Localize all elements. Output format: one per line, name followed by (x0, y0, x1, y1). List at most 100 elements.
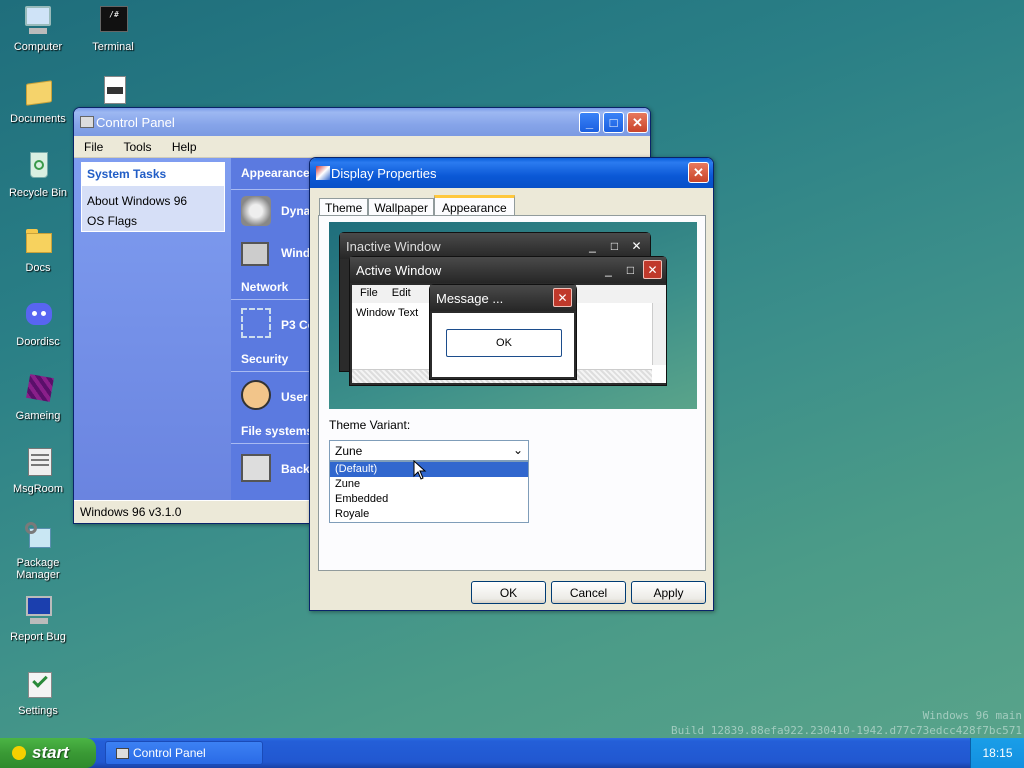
variant-option-royale[interactable]: Royale (330, 507, 528, 522)
file-icon (96, 75, 130, 109)
windows-icon (241, 242, 269, 266)
package-manager-icon (21, 520, 55, 554)
theme-preview: Inactive Window _ □ ✕ Active Window _ □ … (329, 222, 697, 409)
preview-maximize-icon: □ (626, 262, 635, 277)
preview-minimize-icon: _ (589, 238, 596, 253)
backup-icon (241, 454, 271, 482)
system-tasks-box: System Tasks About Windows 96 OS Flags (81, 162, 225, 232)
tab-wallpaper[interactable]: Wallpaper (368, 198, 434, 216)
menu-file[interactable]: File (84, 140, 103, 154)
close-button[interactable]: ✕ (688, 162, 709, 183)
preview-active-title: Active Window (350, 257, 666, 283)
network-icon (241, 308, 271, 338)
discord-icon (21, 299, 55, 333)
section-file-systems: File systems (241, 424, 314, 438)
control-panel-titlebar[interactable]: Control Panel _ □ ✕ (74, 108, 650, 136)
desktop-icon-label: Doordisc (16, 336, 60, 348)
desktop-icon-settings[interactable]: Settings (2, 668, 74, 717)
start-label: start (32, 743, 69, 762)
taskbar: start Control Panel 18:15 (0, 738, 1024, 768)
display-properties-title: Display Properties (331, 165, 437, 181)
theme-variant-value: Zune (335, 444, 363, 458)
desktop-icon-label: Package Manager (16, 557, 60, 581)
theme-variant-dropdown: (Default) Zune Embedded Royale (329, 461, 529, 523)
section-network: Network (241, 280, 289, 294)
desktop-icon-docs[interactable]: Docs (2, 225, 74, 274)
cube-game-icon (21, 373, 55, 407)
section-security: Security (241, 352, 289, 366)
desktop-icon-msgroom[interactable]: MsgRoom (2, 446, 74, 495)
maximize-button[interactable]: □ (603, 112, 624, 133)
tab-strip: Theme Wallpaper Appearance (319, 195, 515, 216)
preview-minimize-icon: _ (605, 262, 612, 277)
close-button[interactable]: ✕ (627, 112, 648, 133)
variant-option-zune[interactable]: Zune (330, 477, 528, 492)
chevron-down-icon[interactable]: ⌄ (513, 443, 523, 457)
desktop-icon-label: Docs (25, 262, 51, 274)
menu-tools[interactable]: Tools (123, 140, 151, 154)
control-panel-menubar: File Tools Help (74, 136, 650, 158)
display-properties-titlebar[interactable]: Display Properties ✕ (310, 158, 713, 188)
menu-help[interactable]: Help (172, 140, 197, 154)
desktop-icon-computer[interactable]: Computer (2, 4, 74, 53)
preview-close-icon: ✕ (643, 260, 662, 279)
minimize-button[interactable]: _ (579, 112, 600, 133)
recycle-bin-icon (21, 150, 55, 184)
task-about-windows[interactable]: About Windows 96 (87, 191, 219, 211)
variant-option-default[interactable]: (Default) (330, 462, 528, 477)
desktop-icon-label: Report Bug (10, 631, 66, 643)
desktop-icon-label: Settings (18, 705, 58, 717)
section-appearance: Appearance (241, 166, 310, 180)
tab-theme[interactable]: Theme (319, 198, 369, 216)
desktop-icon-label: Computer (13, 41, 63, 53)
dynamic-icon (241, 196, 271, 226)
report-bug-icon (21, 594, 55, 628)
documents-folder-icon (21, 76, 55, 110)
ok-button[interactable]: OK (471, 581, 546, 604)
system-tasks-title: System Tasks (82, 163, 224, 186)
preview-close-icon: ✕ (631, 238, 642, 253)
desktop-icon-label: Gameing (15, 410, 61, 422)
taskbar-item-label: Control Panel (133, 746, 206, 760)
taskbar-item-control-panel[interactable]: Control Panel (105, 741, 263, 765)
tab-appearance[interactable]: Appearance (433, 195, 515, 216)
desktop-icon-documents[interactable]: Documents (2, 76, 74, 125)
theme-variant-label: Theme Variant: (329, 418, 411, 432)
cancel-button[interactable]: Cancel (551, 581, 626, 604)
system-tray-clock[interactable]: 18:15 (970, 738, 1024, 768)
settings-checklist-icon (21, 668, 55, 702)
user-icon (241, 380, 271, 410)
desktop-icon-label: MsgRoom (12, 483, 64, 495)
desktop-icon-package-manager[interactable]: Package Manager (2, 520, 74, 581)
desktop-icon-label: Recycle Bin (8, 187, 68, 199)
control-panel-title: Control Panel (96, 114, 175, 130)
desktop-icon-terminal[interactable]: /# Terminal (77, 4, 149, 53)
terminal-icon: /# (96, 4, 130, 38)
start-button[interactable]: start (0, 738, 96, 768)
display-properties-dialog[interactable]: Display Properties ✕ Theme Wallpaper App… (309, 157, 714, 611)
apply-button[interactable]: Apply (631, 581, 706, 604)
build-watermark: Windows 96 main Build 12839.88efa922.230… (671, 709, 1022, 737)
computer-icon (21, 4, 55, 38)
desktop-icon-report-bug[interactable]: Report Bug (2, 594, 74, 643)
msgroom-icon (21, 446, 55, 480)
task-os-flags[interactable]: OS Flags (87, 211, 219, 231)
task-pane: System Tasks About Windows 96 OS Flags (74, 158, 231, 500)
preview-scrollbar-vertical (652, 303, 666, 365)
desktop-icon-label: Terminal (92, 41, 134, 53)
preview-ok-button: OK (446, 329, 562, 357)
preview-message-box: Message ... ✕ OK (429, 284, 577, 380)
desktop-icon-recycle-bin[interactable]: Recycle Bin (2, 150, 74, 199)
control-panel-icon (80, 116, 94, 128)
folder-icon (21, 225, 55, 259)
desktop-icon-doordisc[interactable]: Doordisc (2, 299, 74, 348)
display-properties-icon (316, 166, 330, 180)
variant-option-embedded[interactable]: Embedded (330, 492, 528, 507)
control-panel-icon (116, 747, 129, 759)
theme-variant-select[interactable]: Zune ⌄ (329, 440, 529, 461)
preview-close-icon: ✕ (553, 288, 572, 307)
preview-maximize-icon: □ (610, 238, 619, 253)
desktop-icon-gameing[interactable]: Gameing (2, 373, 74, 422)
appearance-tab-panel: Inactive Window _ □ ✕ Active Window _ □ … (318, 215, 706, 571)
desktop-icon-label: Documents (10, 113, 66, 125)
